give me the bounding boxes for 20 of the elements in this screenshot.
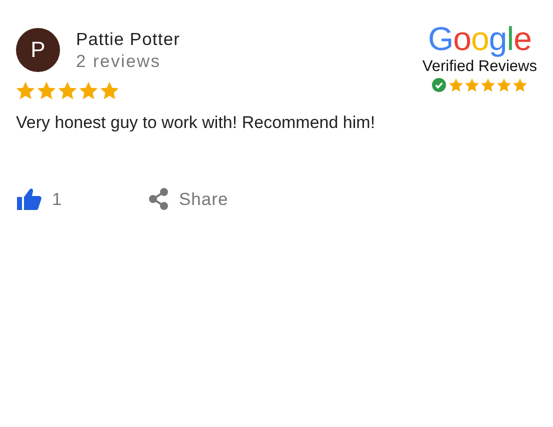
google-logo: Google [428,20,532,58]
review-text: Very honest guy to work with! Recommend him! [16,113,376,133]
star-icon [99,80,120,101]
like-count: 1 [52,188,62,210]
star-icon [496,77,512,93]
star-icon [512,77,528,93]
share-button[interactable]: Share [148,188,228,210]
badge-caption: Verified Reviews [422,58,537,76]
star-icon [448,77,464,93]
author-name: Pattie Potter [76,28,180,50]
star-icon [480,77,496,93]
star-icon [78,80,99,101]
star-icon [15,80,36,101]
share-icon [148,188,170,210]
star-icon [57,80,78,101]
review-count: 2 reviews [76,50,162,72]
avatar: P [16,28,60,72]
star-icon [36,80,57,101]
thumbs-up-icon[interactable] [16,187,42,211]
star-icon [464,77,480,93]
